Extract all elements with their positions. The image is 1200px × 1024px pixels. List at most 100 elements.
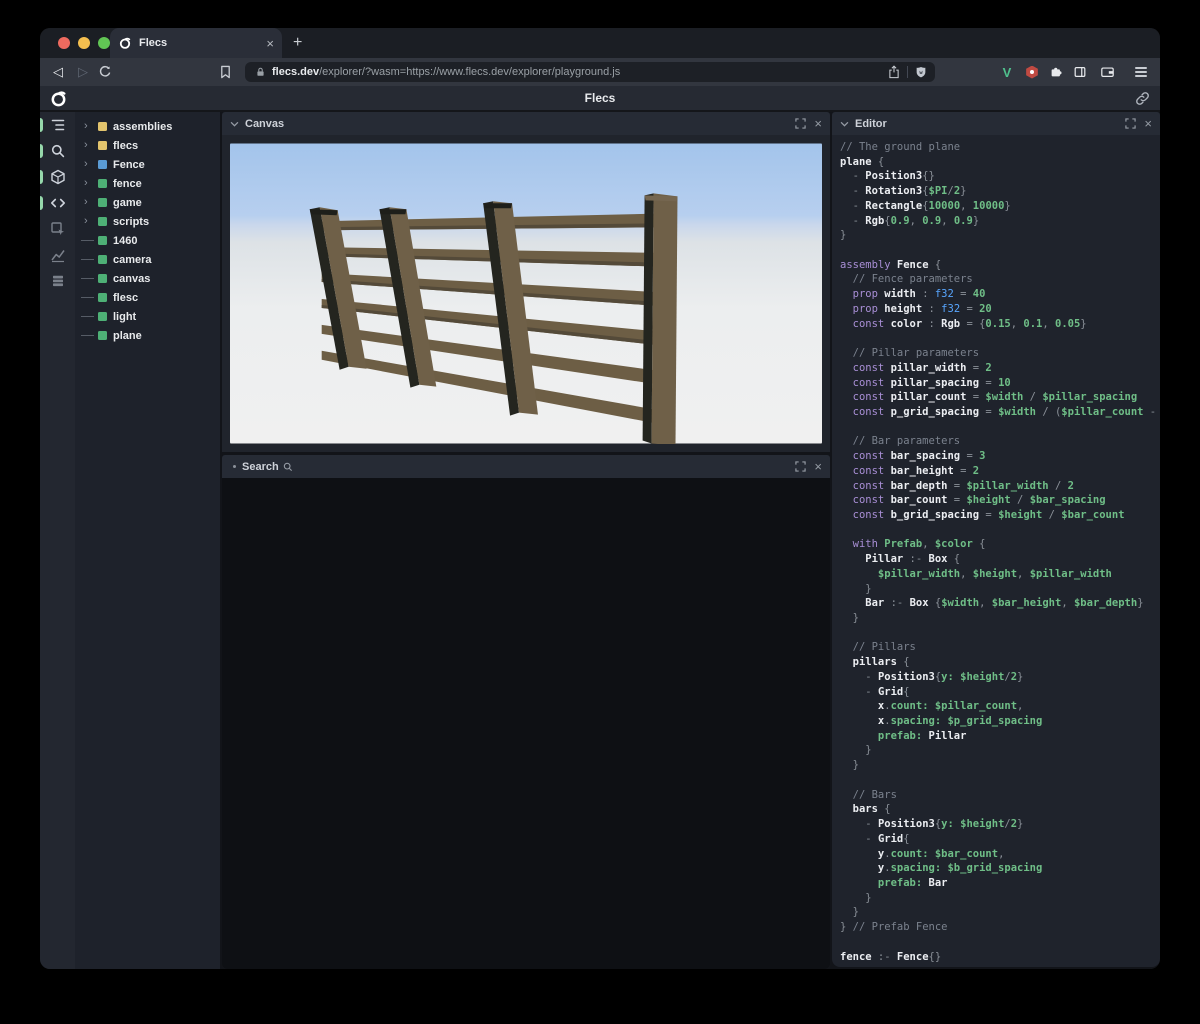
close-icon[interactable]: × [1144,117,1152,130]
chevron-down-icon[interactable] [230,121,239,127]
expand-chevron-icon[interactable]: › [84,197,95,208]
maximize-icon[interactable] [1125,118,1136,129]
permalink-icon[interactable] [1135,91,1150,106]
tree-item-flecs[interactable]: › flecs [75,136,220,155]
url-bar[interactable]: flecs.dev /explorer/?wasm=https://www.fl… [245,62,935,82]
minimize-window-button[interactable] [78,37,90,49]
code-line: plane { [840,155,1160,170]
rail-item-inspector[interactable] [40,216,75,242]
brave-shield-icon[interactable] [915,66,927,79]
code-line: const pillar_width = 2 [840,361,1160,376]
3d-viewport[interactable] [230,143,822,444]
extension-badge-icon[interactable] [1023,63,1041,81]
entity-kind-swatch [98,141,107,150]
zoom-window-button[interactable] [98,37,110,49]
leaf-dash-icon [81,335,94,337]
code-editor[interactable]: // The ground planeplane { - Position3{}… [832,135,1160,967]
panel-drag-dot [233,465,236,468]
rail-item-stats[interactable] [40,242,75,268]
tree-item-label: light [113,311,136,323]
wallet-icon[interactable] [1098,63,1116,81]
share-icon[interactable] [888,65,900,79]
sidebar-toggle-icon[interactable] [1071,63,1089,81]
rail-item-query-search[interactable] [40,138,75,164]
menu-icon[interactable] [1132,63,1150,81]
close-icon[interactable]: × [814,460,822,473]
bookmark-icon[interactable] [216,63,234,81]
vue-devtools-icon[interactable]: V [998,63,1016,81]
entity-kind-swatch [98,274,107,283]
query-search-icon [50,143,66,159]
tree-item-label: assemblies [113,121,172,133]
back-button[interactable]: ◁ [53,63,63,81]
reload-button[interactable] [96,63,114,81]
tree-item-1460[interactable]: 1460 [75,231,220,250]
close-icon[interactable]: × [814,117,822,130]
code-area[interactable]: // The ground planeplane { - Position3{}… [840,140,1160,964]
close-window-button[interactable] [58,37,70,49]
code-line: $pillar_width, $height, $pillar_width [840,567,1160,582]
browser-tab[interactable]: Flecs × [110,28,282,58]
code-line [840,773,1160,788]
extensions-puzzle-icon[interactable] [1047,63,1065,81]
search-results-area[interactable] [222,478,830,969]
code-line: } [840,611,1160,626]
forward-button[interactable]: ▷ [78,63,88,81]
chevron-down-icon[interactable] [840,121,849,127]
code-line: const bar_depth = $pillar_width / 2 [840,479,1160,494]
canvas-3d-icon [50,169,66,185]
code-line: - Rectangle{10000, 10000} [840,199,1160,214]
code-line [840,626,1160,641]
tree-item-plane[interactable]: plane [75,326,220,345]
entity-kind-swatch [98,236,107,245]
url-path: /explorer/?wasm=https://www.flecs.dev/ex… [319,66,925,78]
new-tab-button[interactable]: + [293,34,302,52]
rail-item-tables[interactable] [40,268,75,294]
canvas-panel-header[interactable]: Canvas × [222,112,830,135]
code-line: const color : Rgb = {0.15, 0.1, 0.05} [840,317,1160,332]
expand-chevron-icon[interactable]: › [84,216,95,227]
tree-item-label: flecs [113,140,138,152]
rail-item-entity-tree[interactable] [40,112,75,138]
code-line: x.count: $pillar_count, [840,699,1160,714]
url-domain: flecs.dev [272,66,319,78]
icon-rail [40,112,75,969]
rail-item-canvas-3d[interactable] [40,164,75,190]
editor-panel-header[interactable]: Editor × [832,112,1160,135]
tree-item-flesc[interactable]: flesc [75,288,220,307]
script-editor-icon [50,195,66,211]
tree-item-assemblies[interactable]: › assemblies [75,117,220,136]
canvas-panel: Canvas × [222,112,830,452]
expand-chevron-icon[interactable]: › [84,178,95,189]
code-line [840,243,1160,258]
tree-item-scripts[interactable]: ›scripts [75,212,220,231]
code-line [840,420,1160,435]
tree-item-game[interactable]: ›game [75,193,220,212]
tree-item-camera[interactable]: camera [75,250,220,269]
tree-item-Fence[interactable]: › Fence [75,155,220,174]
code-line: const bar_spacing = 3 [840,449,1160,464]
maximize-icon[interactable] [795,118,806,129]
expand-chevron-icon[interactable]: › [84,159,95,170]
tree-item-fence[interactable]: ›fence [75,174,220,193]
search-panel-header[interactable]: Search × [222,455,830,478]
code-line: } [840,891,1160,906]
code-line: - Rgb{0.9, 0.9, 0.9} [840,214,1160,229]
flecs-favicon [118,36,132,50]
search-panel: Search × [222,455,830,969]
screen: Flecs × + ◁ ▷ flecs.dev /explorer/?wasm=… [0,0,1200,1024]
expand-chevron-icon[interactable]: › [84,140,95,151]
code-line: } // Prefab Fence [840,920,1160,935]
expand-chevron-icon[interactable]: › [84,121,95,132]
code-line: const b_grid_spacing = $height / $bar_co… [840,508,1160,523]
rail-item-script-editor[interactable] [40,190,75,216]
tree-item-light[interactable]: light [75,307,220,326]
entity-kind-swatch [98,160,107,169]
maximize-icon[interactable] [795,461,806,472]
tree-item-label: Fence [113,159,145,171]
tree-item-canvas[interactable]: canvas [75,269,220,288]
tree-item-label: 1460 [113,235,137,247]
tab-close-icon[interactable]: × [266,37,274,50]
code-line: // Pillar parameters [840,346,1160,361]
tree-item-label: canvas [113,273,150,285]
